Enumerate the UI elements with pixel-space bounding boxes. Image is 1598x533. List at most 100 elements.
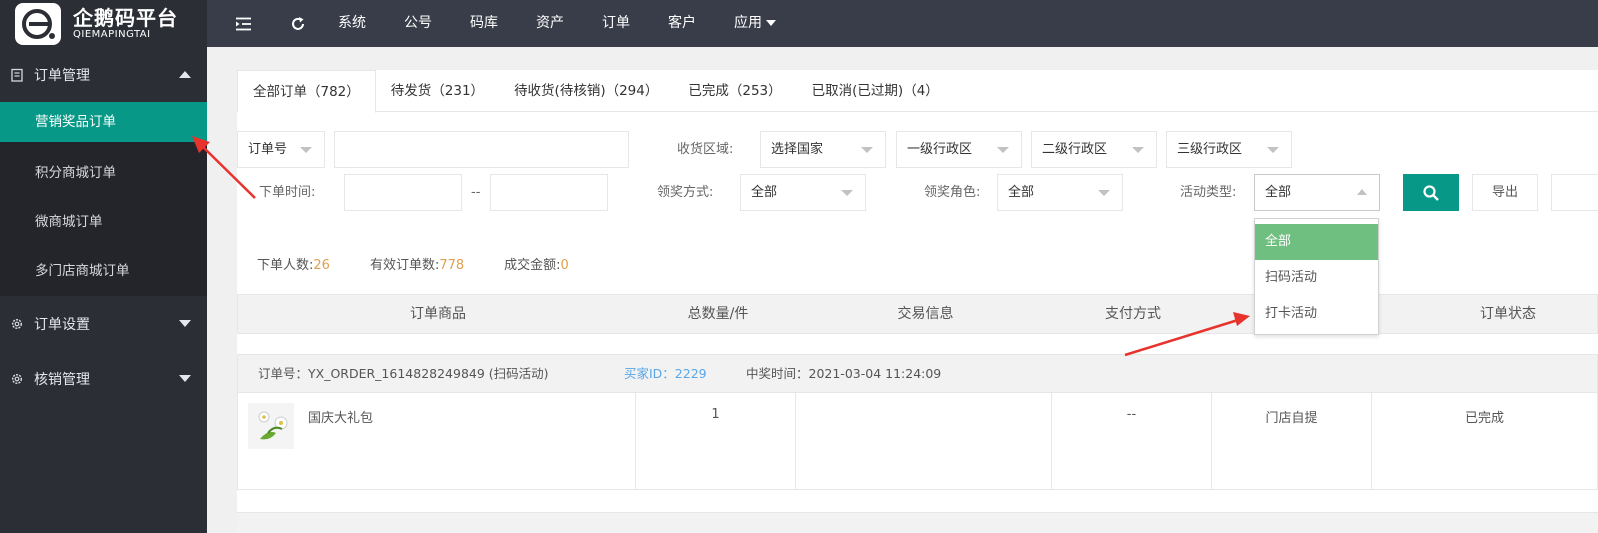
logo-icon bbox=[15, 2, 61, 45]
status-cell: 已完成 bbox=[1464, 411, 1504, 426]
sidebar-group-order-settings[interactable]: 订单设置 bbox=[0, 296, 207, 351]
caret-up-icon bbox=[179, 71, 191, 78]
activity-type-dropdown: 全部 扫码活动 打卡活动 bbox=[1254, 218, 1379, 335]
gear-icon bbox=[11, 373, 23, 384]
order-row-header: 订单号：YX_ORDER_1614828249849 (扫码活动) 买家ID：2… bbox=[238, 355, 1597, 393]
sidebar-group-label: 订单管理 bbox=[34, 67, 90, 84]
tab-all-orders[interactable]: 全部订单（782） bbox=[237, 70, 376, 113]
chevron-down-icon bbox=[1267, 147, 1279, 153]
payment-cell: -- bbox=[1052, 393, 1212, 489]
nav-orders[interactable]: 订单 bbox=[583, 0, 649, 47]
search-button[interactable] bbox=[1403, 174, 1459, 211]
gear-icon bbox=[11, 318, 23, 329]
sidebar-item-micro-mall-orders[interactable]: 微商城订单 bbox=[0, 198, 207, 247]
menu-toggle-button[interactable] bbox=[207, 0, 279, 47]
column-header-status: 订单状态 bbox=[1480, 306, 1536, 322]
top-bar: 系统 公号 码库 资产 订单 客户 应用 bbox=[207, 0, 1598, 47]
claim-method-label: 领奖方式: bbox=[657, 185, 714, 200]
region-level2-select[interactable]: 二级行政区 bbox=[1031, 131, 1157, 168]
activity-type-label: 活动类型: bbox=[1180, 185, 1237, 200]
more-button[interactable] bbox=[1551, 174, 1598, 211]
activity-type-select[interactable]: 全部 bbox=[1254, 174, 1380, 211]
claim-method-select[interactable]: 全部 bbox=[740, 174, 866, 211]
tab-completed[interactable]: 已完成（253） bbox=[673, 70, 796, 111]
sidebar-group-label: 订单设置 bbox=[34, 316, 90, 333]
order-stats: 下单人数:26 有效订单数:778 成交金额:0 bbox=[257, 254, 609, 273]
sidebar-submenu: 营销奖品订单 积分商城订单 微商城订单 多门店商城订单 bbox=[0, 102, 207, 296]
tab-pending-shipment[interactable]: 待发货（231） bbox=[376, 70, 499, 111]
buyer-id-link[interactable]: 买家ID：2229 bbox=[624, 355, 707, 393]
column-header-payment: 支付方式 bbox=[1105, 306, 1161, 322]
main-content: 全部订单（782） 待发货（231） 待收货(待核销)（294） 已完成（253… bbox=[237, 70, 1598, 533]
nav-official-account[interactable]: 公号 bbox=[385, 0, 451, 47]
refresh-icon bbox=[292, 16, 304, 30]
sidebar-item-marketing-prize-orders[interactable]: 营销奖品订单 bbox=[0, 102, 207, 142]
logo-text: 企鹅码平台 bbox=[73, 5, 178, 30]
start-date-input[interactable] bbox=[344, 174, 462, 211]
order-number: 订单号：YX_ORDER_1614828249849 (扫码活动) bbox=[258, 366, 549, 381]
caret-down-icon bbox=[179, 320, 191, 327]
refresh-button[interactable] bbox=[279, 0, 317, 47]
table-header: 订单商品 总数量/件 交易信息 支付方式 订单状态 bbox=[237, 294, 1598, 334]
order-tabs: 全部订单（782） 待发货（231） 待收货(待核销)（294） 已完成（253… bbox=[237, 70, 1598, 113]
caret-down-icon bbox=[179, 375, 191, 382]
tab-pending-receipt[interactable]: 待收货(待核销)（294） bbox=[499, 70, 673, 111]
indent-icon bbox=[235, 17, 251, 30]
claim-role-label: 领奖角色: bbox=[924, 185, 981, 200]
sidebar-group-label: 核销管理 bbox=[34, 371, 90, 388]
flower-icon bbox=[258, 411, 288, 440]
nav-system[interactable]: 系统 bbox=[319, 0, 385, 47]
region-label: 收货区域: bbox=[677, 142, 734, 157]
nav-assets[interactable]: 资产 bbox=[517, 0, 583, 47]
stat-revenue: 成交金额:0 bbox=[504, 258, 569, 273]
chevron-down-icon bbox=[1132, 147, 1144, 153]
chevron-down-icon bbox=[841, 190, 853, 196]
stat-valid-orders: 有效订单数:778 bbox=[369, 258, 465, 273]
chevron-down-icon bbox=[1098, 190, 1110, 196]
dropdown-option-checkin-activity[interactable]: 打卡活动 bbox=[1255, 296, 1378, 332]
table-row: 订单号：YX_ORDER_1614828249849 (扫码活动) 买家ID：2… bbox=[237, 354, 1598, 490]
chevron-down-icon bbox=[861, 147, 873, 153]
win-time: 中奖时间：2021-03-04 11:24:09 bbox=[746, 366, 942, 381]
chevron-down-icon bbox=[300, 147, 312, 153]
country-select[interactable]: 选择国家 bbox=[760, 131, 886, 168]
sidebar-group-order-management[interactable]: 订单管理 bbox=[0, 47, 207, 102]
sidebar-item-multi-store-orders[interactable]: 多门店商城订单 bbox=[0, 247, 207, 296]
product-cell: 国庆大礼包 bbox=[238, 393, 636, 489]
product-name: 国庆大礼包 bbox=[308, 411, 374, 426]
caret-down-icon bbox=[766, 20, 776, 26]
logo[interactable]: 企鹅码平台 QIEMAPINGTAI bbox=[0, 0, 207, 47]
dropdown-option-scan-activity[interactable]: 扫码活动 bbox=[1255, 260, 1378, 296]
stat-buyers: 下单人数:26 bbox=[257, 258, 330, 273]
order-number-select[interactable]: 订单号 bbox=[237, 131, 325, 168]
order-number-input[interactable] bbox=[334, 131, 629, 168]
trade-info-cell bbox=[796, 393, 1052, 489]
chevron-up-icon bbox=[1357, 189, 1367, 195]
logo-subtext: QIEMAPINGTAI bbox=[73, 28, 151, 40]
order-time-label: 下单时间: bbox=[259, 185, 316, 200]
sidebar-group-verification[interactable]: 核销管理 bbox=[0, 351, 207, 406]
column-header-trade-info: 交易信息 bbox=[897, 306, 954, 322]
quantity-cell: 1 bbox=[636, 393, 796, 489]
delivery-cell: 门店自提 bbox=[1212, 393, 1372, 489]
nav-customers[interactable]: 客户 bbox=[649, 0, 715, 47]
dropdown-option-all[interactable]: 全部 bbox=[1255, 224, 1378, 260]
export-button[interactable]: 导出 bbox=[1472, 174, 1538, 211]
chevron-down-icon bbox=[997, 147, 1009, 153]
column-header-product: 订单商品 bbox=[410, 306, 466, 322]
sidebar-item-points-mall-orders[interactable]: 积分商城订单 bbox=[0, 149, 207, 198]
search-icon bbox=[1423, 184, 1439, 201]
region-level1-select[interactable]: 一级行政区 bbox=[896, 131, 1022, 168]
region-level3-select[interactable]: 三级行政区 bbox=[1166, 131, 1292, 168]
claim-role-select[interactable]: 全部 bbox=[997, 174, 1123, 211]
column-header-quantity: 总数量/件 bbox=[687, 306, 749, 322]
product-image bbox=[248, 403, 294, 449]
nav-apps[interactable]: 应用 bbox=[715, 0, 795, 47]
tab-cancelled[interactable]: 已取消(已过期)（4） bbox=[797, 70, 954, 111]
sidebar: 企鹅码平台 QIEMAPINGTAI 订单管理 营销奖品订单 积分商城订单 微商… bbox=[0, 0, 207, 533]
clipboard-icon bbox=[11, 68, 23, 82]
date-separator: -- bbox=[471, 185, 481, 200]
end-date-input[interactable] bbox=[490, 174, 608, 211]
next-order-header bbox=[237, 512, 1598, 533]
nav-code-library[interactable]: 码库 bbox=[451, 0, 517, 47]
